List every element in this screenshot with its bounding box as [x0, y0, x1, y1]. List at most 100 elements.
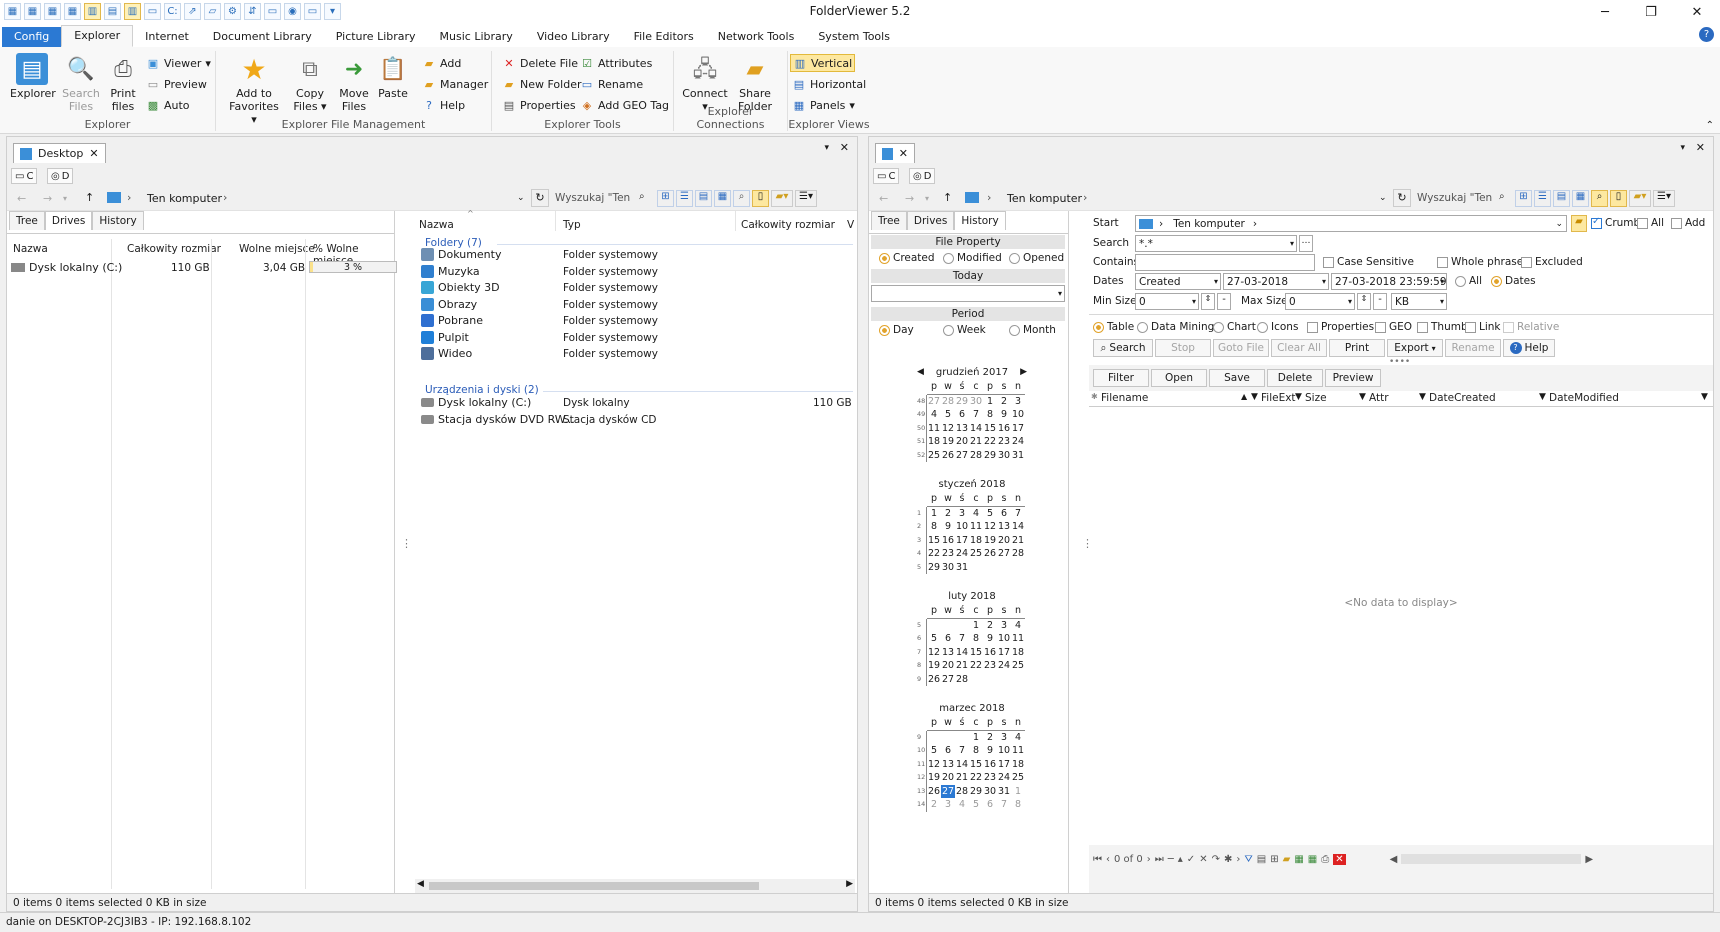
bookmark-icon[interactable]: ✱ — [1224, 854, 1232, 865]
move-up-icon[interactable]: ▴ — [1178, 854, 1183, 865]
scroll-left-icon[interactable]: ◀ — [1390, 854, 1398, 865]
col-fileext[interactable]: FileExt — [1261, 392, 1296, 404]
calendar-day[interactable]: 5 — [983, 507, 997, 521]
min-size-clear[interactable]: - — [1217, 293, 1231, 310]
horizontal-view-button[interactable]: ▤ Horizontal — [792, 77, 866, 91]
calendar-day[interactable]: 6 — [955, 408, 969, 422]
tab-explorer[interactable]: Explorer — [61, 25, 134, 47]
tab-document-library[interactable]: Document Library — [201, 27, 324, 47]
folder-row[interactable]: Pobrane — [421, 314, 483, 327]
subtab-tree[interactable]: Tree — [871, 211, 907, 230]
calendar-day[interactable]: 1 — [1011, 785, 1025, 799]
calendar-day[interactable]: 14 — [955, 758, 969, 772]
calendar-day[interactable]: 18 — [1011, 758, 1025, 772]
col-datemodified[interactable]: DateModified — [1549, 392, 1619, 404]
calendar-day[interactable]: 26 — [941, 449, 955, 463]
close-pane-icon[interactable]: ✕ — [840, 141, 849, 154]
case-sensitive-checkbox[interactable]: Case Sensitive — [1323, 256, 1414, 268]
calendar-day[interactable]: 26 — [927, 673, 941, 687]
properties-checkbox[interactable]: Properties — [1307, 321, 1374, 333]
calendar-day[interactable]: 31 — [955, 561, 969, 575]
today-select[interactable]: ▾ — [871, 285, 1065, 302]
zoom-icon[interactable]: ⌕ — [1591, 190, 1608, 207]
calendar-day[interactable]: 4 — [927, 408, 941, 422]
geo-checkbox[interactable]: GEO — [1375, 321, 1412, 333]
browse-folder-icon[interactable]: ▰ — [1571, 215, 1587, 232]
col-datecreated[interactable]: DateCreated — [1429, 392, 1496, 404]
calendar-day[interactable]: 2 — [983, 619, 997, 633]
calendar-day[interactable]: 29 — [983, 449, 997, 463]
delete-file-button[interactable]: ✕ Delete File — [502, 56, 578, 70]
folder-row[interactable]: Muzyka — [421, 264, 480, 278]
calendar-day[interactable]: 23 — [983, 771, 997, 785]
col-type[interactable]: Typ — [563, 219, 581, 231]
clear-all-button[interactable]: Clear All — [1271, 339, 1327, 357]
tab-picture-library[interactable]: Picture Library — [324, 27, 428, 47]
calendar-day[interactable]: 13 — [997, 520, 1011, 534]
tab-internet[interactable]: Internet — [133, 27, 201, 47]
calendar-day[interactable]: 30 — [969, 395, 983, 409]
up-icon[interactable]: ↑ — [943, 191, 952, 204]
prev-month-icon[interactable]: ◀ — [917, 367, 924, 377]
list-view-icon[interactable]: ☰ — [1534, 190, 1551, 207]
columns-icon[interactable]: ▤ — [1257, 854, 1266, 865]
results-grid[interactable]: <No data to display> — [1089, 407, 1713, 845]
calendar-day[interactable]: 21 — [1011, 534, 1025, 548]
tree-icon[interactable]: ⊞ — [1270, 854, 1278, 865]
attributes-button[interactable]: ☑ Attributes — [580, 56, 652, 70]
address-dropdown-icon[interactable]: ⌄ — [1379, 193, 1387, 203]
drive-d-button[interactable]: ◎ D — [47, 168, 74, 184]
results-hscrollbar[interactable] — [1401, 854, 1582, 864]
remove-record-icon[interactable]: ─ — [1168, 854, 1174, 865]
calendar-day[interactable]: 13 — [955, 422, 969, 436]
calendar-day[interactable]: 3 — [997, 619, 1011, 633]
calendar-day[interactable]: 18 — [1011, 646, 1025, 660]
subtab-drives[interactable]: Drives — [906, 211, 955, 230]
calendar-day[interactable]: 7 — [1011, 507, 1025, 521]
calendar-day[interactable]: 24 — [1011, 435, 1025, 449]
connect-button[interactable]: 🖧 Connect ▾ — [682, 53, 728, 113]
drive-row[interactable]: Dysk lokalny (C:) — [11, 261, 122, 274]
calendar-day[interactable]: 23 — [997, 435, 1011, 449]
layout-icon[interactable]: ☰▾ — [795, 190, 817, 207]
search-pattern-field[interactable]: *.* ▾ — [1135, 235, 1297, 252]
max-size-spinner[interactable]: ⇕ — [1357, 293, 1371, 310]
breadcrumb[interactable]: Ten komputer — [1007, 192, 1082, 205]
horizontal-scrollbar[interactable]: ◀ ▶ — [415, 879, 855, 893]
calendar-day[interactable]: 8 — [969, 632, 983, 646]
calendar-day[interactable]: 5 — [941, 408, 955, 422]
help-button[interactable]: ? Help — [1503, 339, 1555, 357]
rename-button[interactable]: ▭ Rename — [580, 77, 643, 91]
calendar-day[interactable]: 21 — [969, 435, 983, 449]
link-checkbox[interactable]: Link — [1465, 321, 1501, 333]
col-size[interactable]: Całkowity rozmiar — [741, 219, 835, 231]
add-checkbox[interactable]: Add — [1671, 217, 1705, 229]
folder-row[interactable]: Pulpit — [421, 330, 469, 344]
new-folder-icon[interactable]: ▰▾ — [771, 190, 793, 207]
calendar-day[interactable]: 4 — [1011, 731, 1025, 745]
device-row[interactable]: Dysk lokalny (C:) — [421, 396, 531, 409]
calendar-day[interactable]: 6 — [983, 798, 997, 812]
calendar-day[interactable]: 28 — [941, 395, 955, 409]
filter-icon[interactable]: ▼ — [1419, 392, 1426, 402]
prev-record-icon[interactable]: ‹ — [1106, 854, 1110, 865]
list-view-icon[interactable]: ☰ — [676, 190, 693, 207]
tree-view-icon[interactable]: ⊞ — [657, 190, 674, 207]
scroll-left-icon[interactable]: ◀ — [417, 879, 424, 889]
start-path-field[interactable]: › Ten komputer › ⌄ — [1135, 215, 1567, 232]
panels-button[interactable]: ▦ Panels ▾ — [792, 98, 855, 112]
view-chart-radio[interactable]: Chart — [1213, 321, 1256, 333]
subtab-history[interactable]: History — [954, 211, 1006, 230]
min-size-field[interactable]: 0 ▾ — [1135, 293, 1199, 310]
col-attr[interactable]: Attr — [1369, 392, 1389, 404]
min-size-spinner[interactable]: ⇕ — [1201, 293, 1215, 310]
view-icons-radio[interactable]: Icons — [1257, 321, 1298, 333]
up-icon[interactable]: ↑ — [85, 191, 94, 204]
filter-icon[interactable]: ⛛ — [1244, 854, 1252, 865]
calendar-day[interactable]: 7 — [955, 744, 969, 758]
calendar-day[interactable]: 14 — [1011, 520, 1025, 534]
print-icon[interactable]: ⎙ — [1321, 854, 1329, 865]
next-record-icon[interactable]: › — [1147, 854, 1151, 865]
calendar-day[interactable]: 21 — [955, 771, 969, 785]
calendar-day[interactable]: 30 — [941, 561, 955, 575]
